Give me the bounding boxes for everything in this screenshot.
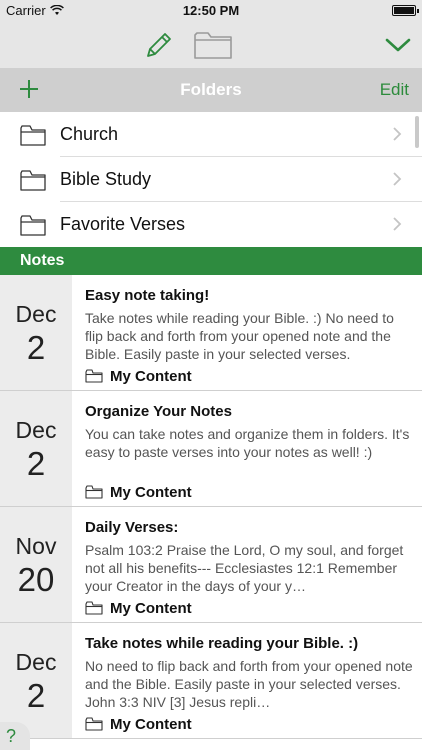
folders-title: Folders <box>180 80 242 99</box>
help-button[interactable]: ? <box>0 722 30 750</box>
note-title: Take notes while reading your Bible. :) <box>85 635 359 652</box>
folders-header: Folders Edit <box>0 68 422 112</box>
note-item[interactable]: Dec 2 Take notes while reading your Bibl… <box>0 623 422 739</box>
note-item[interactable]: Dec 2 Organize Your Notes You can take n… <box>0 391 422 507</box>
note-item[interactable]: Dec 2 Easy note taking! Take notes while… <box>0 275 422 391</box>
note-body: Organize Your Notes You can take notes a… <box>85 391 415 506</box>
note-month: Dec <box>15 649 57 675</box>
battery-icon <box>392 5 419 16</box>
folder-icon <box>85 369 103 383</box>
edit-button[interactable]: Edit <box>380 80 409 100</box>
note-month: Dec <box>15 417 57 443</box>
note-folder-label: My Content <box>110 367 192 385</box>
folder-item[interactable]: Bible Study <box>0 157 422 202</box>
chevron-right-icon <box>393 127 402 141</box>
folder-icon <box>20 170 46 191</box>
note-day: 2 <box>26 445 46 482</box>
folder-icon <box>20 125 46 146</box>
note-preview: Psalm 103:2 Praise the Lord, O my soul, … <box>85 542 404 594</box>
folder-item[interactable]: Church <box>0 112 422 157</box>
note-folder-label: My Content <box>110 599 192 617</box>
chevron-down-icon[interactable] <box>384 34 412 56</box>
toolbar <box>0 22 422 68</box>
help-icon: ? <box>6 726 17 746</box>
note-date: Nov 20 <box>0 507 72 622</box>
folder-icon <box>85 485 103 499</box>
note-day: 20 <box>17 561 55 598</box>
note-folder: My Content <box>85 367 192 385</box>
note-body: Daily Verses: Psalm 103:2 Praise the Lor… <box>85 507 415 622</box>
note-folder-label: My Content <box>110 483 192 501</box>
note-date: Dec 2 <box>0 391 72 506</box>
folder-icon <box>85 717 103 731</box>
note-date: Dec 2 <box>0 275 72 390</box>
notes-header: Notes <box>0 247 422 275</box>
note-folder: My Content <box>85 483 192 501</box>
note-day: 2 <box>26 329 46 366</box>
folder-icon <box>85 601 103 615</box>
note-date: Dec 2 <box>0 623 72 738</box>
folder-icon[interactable] <box>193 29 233 61</box>
chevron-right-icon <box>393 217 402 231</box>
folder-label: Church <box>60 124 119 144</box>
folder-label: Favorite Verses <box>60 214 186 234</box>
note-preview: You can take notes and organize them in … <box>85 426 410 460</box>
note-body: Take notes while reading your Bible. :) … <box>85 623 415 738</box>
note-title: Organize Your Notes <box>85 403 232 420</box>
note-title: Daily Verses: <box>85 519 179 536</box>
note-item[interactable]: Nov 20 Daily Verses: Psalm 103:2 Praise … <box>0 507 422 623</box>
status-time: 12:50 PM <box>182 3 240 18</box>
status-bar: Carrier 12:50 PM <box>0 0 422 22</box>
folder-list: Church Bible Study Favorite Verses <box>0 112 422 247</box>
folder-icon <box>20 215 46 236</box>
note-day: 2 <box>26 677 46 714</box>
note-folder-label: My Content <box>110 715 192 733</box>
pencil-icon[interactable] <box>143 29 175 61</box>
note-preview: Take notes while reading your Bible. :) … <box>85 310 394 362</box>
chevron-right-icon <box>393 172 402 186</box>
note-folder: My Content <box>85 599 192 617</box>
folder-item[interactable]: Favorite Verses <box>0 202 422 247</box>
note-month: Dec <box>15 301 57 327</box>
notes-title: Notes <box>20 252 65 269</box>
note-preview: No need to flip back and forth from your… <box>85 658 413 710</box>
note-body: Easy note taking! Take notes while readi… <box>85 275 415 390</box>
note-title: Easy note taking! <box>85 287 210 304</box>
folder-label: Bible Study <box>60 169 152 189</box>
scroll-indicator[interactable] <box>415 116 419 148</box>
note-folder: My Content <box>85 715 192 733</box>
note-month: Nov <box>15 533 57 559</box>
